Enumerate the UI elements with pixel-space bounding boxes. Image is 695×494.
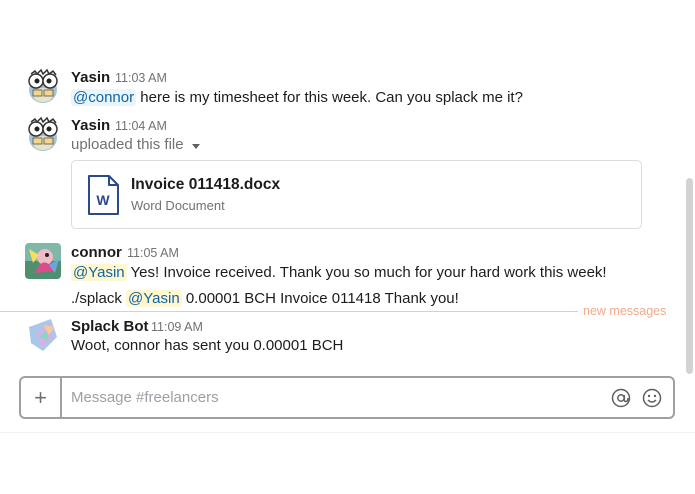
message-text: Woot, connor has sent you 0.00001 BCH [71,337,344,354]
author-name[interactable]: Yasin [71,69,110,86]
avatar-splack-bot[interactable] [25,317,61,353]
word-file-icon: W [87,175,119,215]
emoji-icon[interactable] [642,388,662,408]
message-body: Yes! Invoice received. Thank you so much… [126,264,607,281]
command-prefix: ./splack [71,290,127,307]
author-name[interactable]: connor [71,244,122,261]
message-body: 0.00001 BCH Invoice 011418 Thank you! [181,290,459,307]
avatar-yasin[interactable] [25,68,61,104]
user-mention[interactable]: @Yasin [71,264,127,281]
timestamp[interactable]: 11:09 AM [151,320,203,334]
user-mention[interactable]: @Yasin [126,290,182,307]
file-type: Word Document [131,198,225,213]
plus-label: + [34,384,47,410]
avatar-yasin[interactable] [25,116,61,152]
timestamp[interactable]: 11:05 AM [127,246,179,260]
new-messages-label: new messages [583,304,667,318]
new-messages-divider [0,311,578,312]
message-body: here is my timesheet for this week. Can … [136,89,523,106]
timestamp[interactable]: 11:03 AM [115,71,167,85]
at-sign-icon[interactable] [611,388,631,408]
caret-down-icon[interactable] [191,137,200,154]
message-text: @connor here is my timesheet for this we… [71,89,523,106]
plus-icon[interactable]: + [21,378,62,417]
timestamp[interactable]: 11:04 AM [115,119,167,133]
chat-window: Yasin 11:03 AM @connor here is my timesh… [0,0,695,432]
page-background [0,432,695,494]
message-input[interactable]: Message #freelancers [71,389,219,406]
upload-action-label: uploaded this file [71,136,184,153]
user-mention[interactable]: @connor [71,89,137,106]
message-composer: + Message #freelancers [19,376,675,419]
file-attachment[interactable]: W Invoice 011418.docx Word Document [71,160,642,229]
message-text: ./splack @Yasin 0.00001 BCH Invoice 0114… [71,290,459,307]
file-upload-action[interactable]: uploaded this file [71,136,200,154]
file-icon-letter: W [96,192,110,208]
message-text: @Yasin Yes! Invoice received. Thank you … [71,264,607,281]
author-name[interactable]: Yasin [71,117,110,134]
avatar-connor[interactable] [25,243,61,279]
file-name[interactable]: Invoice 011418.docx [131,176,280,194]
author-name[interactable]: Splack Bot [71,318,149,335]
scrollbar-thumb[interactable] [686,178,693,374]
